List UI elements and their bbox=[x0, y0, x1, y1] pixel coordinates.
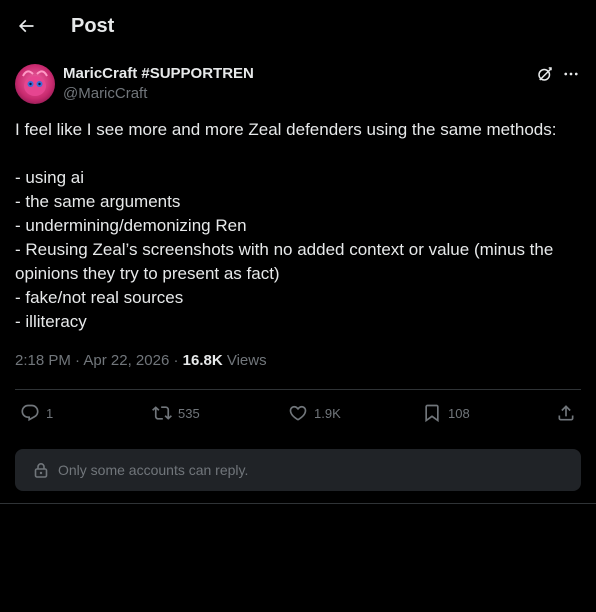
more-horizontal-icon bbox=[564, 72, 578, 76]
grok-icon bbox=[538, 67, 552, 81]
post-text-line: - the same arguments bbox=[15, 192, 181, 211]
bookmark-count: 108 bbox=[448, 405, 470, 421]
post-text-line: - undermining/demonizing Ren bbox=[15, 216, 247, 235]
divider bbox=[15, 389, 581, 390]
meta-separator: · bbox=[75, 352, 81, 369]
meta-separator: · bbox=[173, 352, 179, 369]
divider bbox=[0, 503, 596, 504]
arrow-left-icon bbox=[18, 19, 34, 33]
share-icon bbox=[558, 405, 574, 421]
repost-button[interactable]: 535 bbox=[152, 400, 200, 426]
like-count: 1.9K bbox=[314, 405, 341, 421]
avatar[interactable] bbox=[15, 64, 55, 104]
views-label: Views bbox=[226, 352, 267, 369]
repost-count: 535 bbox=[178, 405, 200, 421]
like-button[interactable]: 1.9K bbox=[288, 400, 341, 426]
page-title: Post bbox=[71, 15, 115, 37]
reply-count: 1 bbox=[46, 405, 54, 421]
post-text-line: - illiteracy bbox=[15, 312, 87, 331]
post-text-line bbox=[15, 142, 580, 166]
author-display-name[interactable]: MaricCraft #SUPPORTREN bbox=[63, 65, 254, 83]
repost-icon bbox=[152, 406, 172, 420]
heart-icon bbox=[289, 405, 307, 421]
bookmark-icon bbox=[425, 404, 439, 423]
post-time[interactable]: 2:18 PM bbox=[15, 352, 71, 369]
more-options-button[interactable] bbox=[560, 63, 582, 85]
post-text: I feel like I see more and more Zeal def… bbox=[15, 118, 580, 334]
page-header: Post bbox=[0, 0, 596, 52]
post-text-line: - fake/not real sources bbox=[15, 288, 184, 307]
views-count: 16.8K bbox=[182, 352, 223, 369]
grok-button[interactable] bbox=[534, 63, 556, 85]
lock-icon bbox=[33, 462, 49, 478]
post-metadata: 2:18 PM · Apr 22, 2026 · 16.8K Views bbox=[15, 351, 267, 371]
post-date[interactable]: Apr 22, 2026 bbox=[83, 352, 169, 369]
back-button[interactable] bbox=[10, 10, 42, 42]
reply-button[interactable]: 1 bbox=[20, 400, 53, 426]
reply-icon bbox=[21, 404, 39, 422]
reply-restriction-notice: Only some accounts can reply. bbox=[15, 449, 581, 491]
reply-restriction-text: Only some accounts can reply. bbox=[58, 462, 249, 478]
share-button[interactable] bbox=[556, 400, 576, 426]
post-text-line: - using ai bbox=[15, 168, 84, 187]
bookmark-button[interactable]: 108 bbox=[422, 400, 470, 426]
post-text-line: opinions they try to present as fact) bbox=[15, 264, 280, 283]
post-text-line: I feel like I see more and more Zeal def… bbox=[15, 120, 557, 139]
post-text-line: - Reusing Zeal’s screenshots with no add… bbox=[15, 240, 554, 259]
author-handle[interactable]: @MaricCraft bbox=[63, 85, 147, 103]
